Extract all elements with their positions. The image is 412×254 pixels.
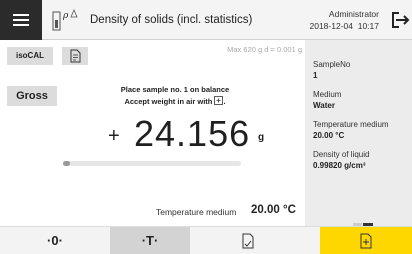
instruction-line-1: Place sample no. 1 on balance <box>120 85 230 94</box>
date-time: 2018-12-04 10:17 <box>310 21 380 31</box>
stability-bar <box>63 161 241 166</box>
logout-button[interactable] <box>386 0 412 40</box>
temperature-value: 20.00 °C <box>251 204 296 216</box>
svg-text:ρ: ρ <box>62 11 69 21</box>
info-label-temperature: Temperature medium <box>313 120 389 129</box>
bottom-toolbar: ·0· ·T· <box>0 226 412 254</box>
add-to-record-icon <box>360 233 372 249</box>
add-to-record-button[interactable] <box>320 227 412 254</box>
info-value-sampleno: 1 <box>313 71 318 80</box>
logout-icon <box>392 12 410 28</box>
document-icon <box>70 49 81 63</box>
balance-density-icon: ρ <box>52 6 78 34</box>
zero-button[interactable]: ·0· <box>0 227 110 254</box>
time: 10:17 <box>357 21 379 31</box>
info-label-medium: Medium <box>313 90 342 99</box>
stability-bar-fill <box>63 161 70 166</box>
temperature-label: Temperature medium <box>156 207 237 217</box>
isocal-button[interactable]: isoCAL <box>7 47 53 65</box>
weight-value: 24.156 <box>134 113 251 154</box>
info-label-sampleno: SampleNo <box>313 60 351 69</box>
print-icon <box>242 233 253 249</box>
menu-button[interactable] <box>0 0 42 40</box>
info-value-temperature: 20.00 °C <box>313 131 345 140</box>
header-bar: ρ Density of solids (incl. statistics) A… <box>0 0 412 40</box>
user-name: Administrator <box>328 9 379 19</box>
weight-sign: + <box>108 125 120 147</box>
info-value-density: 0.99820 g/cm³ <box>313 161 366 170</box>
gross-button[interactable]: Gross <box>7 86 57 106</box>
hamburger-menu-icon <box>13 14 29 16</box>
info-panel: SampleNo 1 Medium Water Temperature medi… <box>305 40 412 226</box>
tare-button[interactable]: ·T· <box>110 227 190 254</box>
info-label-density: Density of liquid <box>313 150 370 159</box>
accept-icon <box>214 96 224 105</box>
weight-unit: g <box>258 132 265 143</box>
instruction-line-2: Accept weight in air with . <box>124 96 226 106</box>
date: 2018-12-04 <box>309 21 353 31</box>
print-button[interactable] <box>190 227 305 254</box>
document-button[interactable] <box>62 47 88 65</box>
range-info: Max 620 g d = 0.001 g <box>227 45 302 54</box>
page-indicator <box>353 213 373 226</box>
app-title: Density of solids (incl. statistics) <box>90 14 253 26</box>
info-value-medium: Water <box>313 101 335 110</box>
